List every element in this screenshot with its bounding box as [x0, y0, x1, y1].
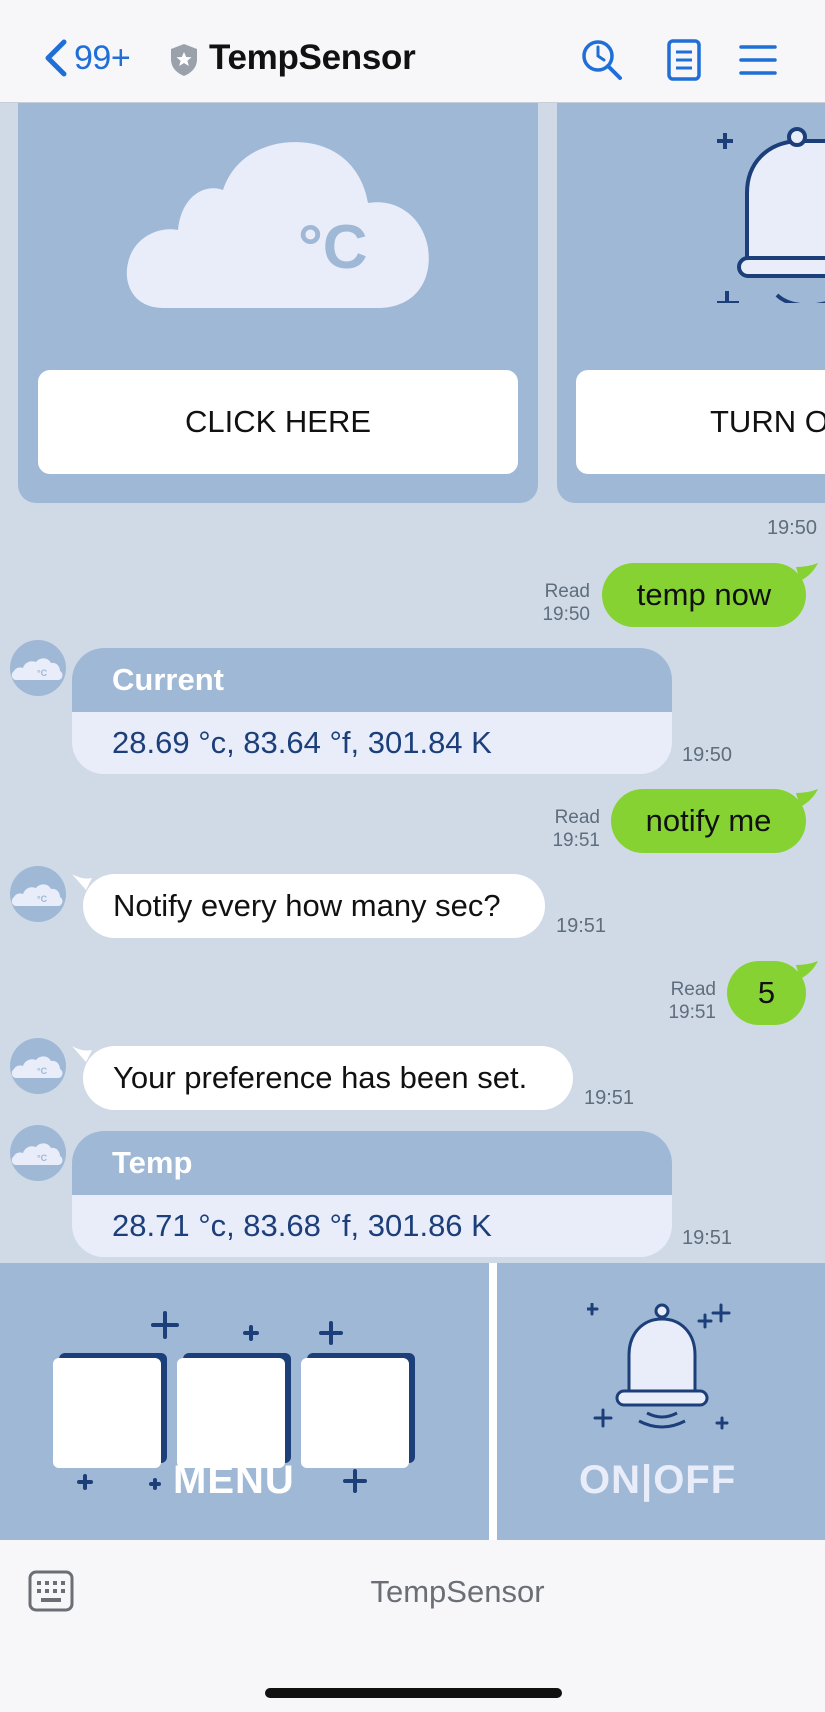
bubble-tail [796, 563, 818, 581]
search-clock-icon[interactable] [580, 38, 624, 82]
message-timestamp: 19:51 [682, 1227, 733, 1249]
outgoing-message[interactable]: 5 [727, 961, 806, 1025]
svg-text:°C: °C [37, 894, 48, 904]
rich-menu: MENU ON|OFF [0, 1263, 825, 1540]
notes-icon[interactable] [662, 38, 706, 82]
current-temp-card: Current 28.69 °c, 83.64 °f, 301.84 K [72, 648, 672, 774]
bell-icon [587, 1303, 731, 1430]
chat-area[interactable]: °C CLICK HERE TURN O 19:50 Read 19:50 tem… [0, 103, 825, 1263]
svg-text:°C: °C [37, 668, 48, 678]
message-timestamp: 19:50 [682, 744, 733, 766]
card-body: 28.69 °c, 83.64 °f, 301.84 K [112, 725, 492, 760]
cloud-celsius-icon: °C [11, 1056, 63, 1078]
card-title: Temp [72, 1131, 672, 1195]
incoming-message[interactable]: Notify every how many sec? [83, 874, 545, 938]
chat-title: TempSensor [209, 38, 416, 77]
rich-menu-toggle[interactable]: TempSensor [0, 1574, 825, 1610]
unread-count: 99+ [74, 38, 131, 77]
bot-avatar[interactable]: °C [10, 866, 66, 922]
cloud-celsius-icon: °C [11, 884, 63, 906]
read-receipt: Read 19:51 [668, 979, 716, 1023]
bell-icon [717, 127, 825, 303]
cloud-celsius-icon: °C [11, 1143, 63, 1165]
chevron-left-icon [45, 39, 67, 77]
menu-label: MENU [173, 1458, 295, 1502]
click-here-button[interactable]: CLICK HERE [38, 370, 518, 474]
cloud-celsius-icon: °C [126, 142, 429, 308]
carousel-card-temperature[interactable]: °C CLICK HERE [18, 103, 538, 503]
card-body: 28.71 °c, 83.68 °f, 301.86 K [112, 1208, 492, 1243]
svg-text:°C: °C [298, 213, 368, 282]
input-footer: TempSensor [0, 1540, 825, 1712]
bot-avatar[interactable]: °C [10, 1125, 66, 1181]
svg-text:°C: °C [37, 1153, 48, 1163]
onoff-label: ON|OFF [579, 1458, 737, 1502]
menu-icon[interactable] [736, 38, 780, 82]
message-timestamp: 19:51 [584, 1087, 635, 1109]
bot-avatar[interactable]: °C [10, 640, 66, 696]
bubble-tail [796, 961, 818, 979]
chat-header: 99+ TempSensor [0, 0, 825, 103]
rich-menu-menu-button[interactable]: MENU [0, 1263, 489, 1540]
bot-avatar[interactable]: °C [10, 1038, 66, 1094]
temp-reading-card: Temp 28.71 °c, 83.68 °f, 301.86 K [72, 1131, 672, 1257]
carousel-card-notification[interactable]: TURN O [557, 103, 825, 503]
outgoing-message[interactable]: temp now [602, 563, 806, 627]
outgoing-message[interactable]: notify me [611, 789, 806, 853]
rich-menu-onoff-button[interactable]: ON|OFF [497, 1263, 825, 1540]
card-title: Current [72, 648, 672, 712]
back-button[interactable]: 99+ [40, 36, 131, 80]
carousel-timestamp: 19:50 [766, 517, 817, 539]
bubble-tail [796, 789, 818, 807]
shield-icon [171, 44, 197, 76]
svg-text:°C: °C [37, 1066, 48, 1076]
cloud-celsius-icon: °C [11, 658, 63, 680]
read-receipt: Read 19:51 [552, 807, 600, 851]
home-indicator [265, 1688, 562, 1698]
incoming-message[interactable]: Your preference has been set. [83, 1046, 573, 1110]
turn-on-button[interactable]: TURN O [576, 370, 825, 474]
read-receipt: Read 19:50 [542, 581, 590, 625]
message-timestamp: 19:51 [556, 915, 607, 937]
